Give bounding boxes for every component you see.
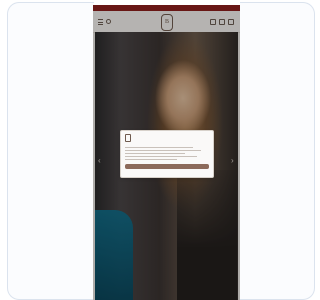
left-card	[7, 2, 94, 300]
text-line	[125, 156, 197, 157]
accept-cookies-button[interactable]	[125, 164, 209, 169]
modal-logo	[125, 134, 131, 142]
text-line	[125, 147, 193, 148]
right-card	[240, 2, 315, 300]
cookie-consent-modal	[120, 130, 214, 178]
cookie-settings-link[interactable]	[125, 171, 209, 175]
text-line	[125, 150, 201, 151]
text-line	[125, 159, 177, 160]
text-line	[125, 153, 185, 154]
